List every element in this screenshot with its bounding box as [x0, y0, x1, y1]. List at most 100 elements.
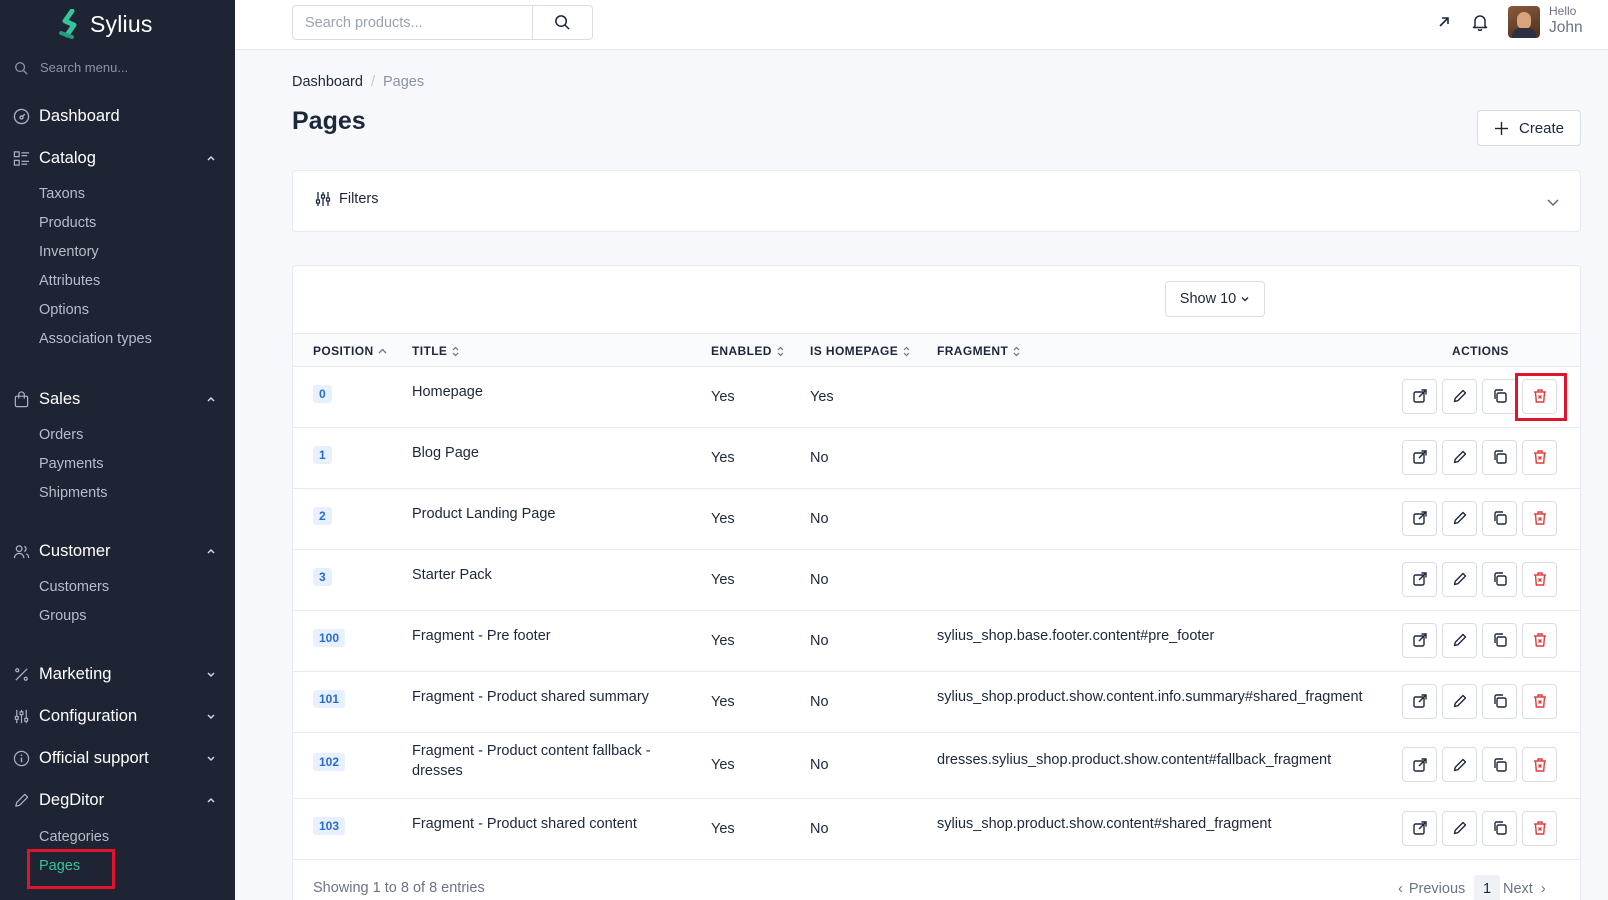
sidebar-item-taxons[interactable]: Taxons — [39, 186, 85, 202]
sidebar-label-sales: Sales — [39, 389, 81, 408]
show-button[interactable] — [1402, 439, 1437, 475]
sidebar-item-pages[interactable]: Pages — [39, 858, 80, 874]
sidebar-item-customers[interactable]: Customers — [39, 579, 109, 595]
sidebar-item-products[interactable]: Products — [39, 215, 96, 231]
pencil-icon — [1453, 821, 1466, 835]
chevron-down-icon — [207, 714, 215, 720]
show-button[interactable] — [1402, 810, 1437, 846]
breadcrumb-dashboard[interactable]: Dashboard — [292, 74, 363, 90]
sidebar-search[interactable]: Search menu... — [14, 60, 128, 75]
edit-button[interactable] — [1442, 683, 1477, 719]
edit-button[interactable] — [1442, 810, 1477, 846]
copy-icon — [1493, 633, 1507, 647]
show-button[interactable] — [1402, 500, 1437, 536]
duplicate-button[interactable] — [1482, 378, 1517, 414]
copy-icon — [1493, 389, 1507, 403]
create-button[interactable]: Create — [1477, 110, 1581, 146]
sidebar-item-customer[interactable]: Customer — [12, 538, 215, 564]
duplicate-button[interactable] — [1482, 561, 1517, 597]
chevron-up-icon — [207, 396, 215, 402]
bell-icon[interactable] — [1471, 13, 1489, 31]
sidebar-item-orders[interactable]: Orders — [39, 427, 83, 443]
delete-button[interactable] — [1522, 747, 1557, 782]
pagination-next[interactable]: Next › — [1503, 875, 1546, 900]
enabled-cell: Yes — [711, 449, 735, 466]
show-button[interactable] — [1402, 683, 1437, 719]
page-title-cell: Fragment - Product content fallback - dre… — [412, 741, 651, 781]
search-button[interactable] — [532, 5, 593, 40]
column-header-is-homepage[interactable]: IS HOMEPAGE — [810, 344, 911, 358]
trash-icon — [1533, 694, 1546, 708]
position-badge: 101 — [313, 689, 346, 708]
duplicate-button[interactable] — [1482, 747, 1517, 782]
sidebar-item-categories[interactable]: Categories — [39, 829, 109, 845]
chevron-down-icon — [1547, 199, 1559, 206]
sidebar-item-degditor[interactable]: DegDitor — [12, 787, 215, 813]
is-homepage-cell: No — [810, 449, 829, 466]
column-header-position[interactable]: POSITION — [313, 344, 387, 358]
sidebar-item-catalog[interactable]: Catalog — [12, 145, 215, 171]
duplicate-button[interactable] — [1482, 500, 1517, 536]
table-row: 100 Fragment - Pre footer Yes No sylius_shop… — [293, 611, 1580, 672]
duplicate-button[interactable] — [1482, 439, 1517, 475]
sidebar-item-marketing[interactable]: Marketing — [12, 661, 215, 687]
duplicate-button[interactable] — [1482, 683, 1517, 719]
show-button[interactable] — [1402, 747, 1437, 782]
pagination-page-1[interactable]: 1 — [1474, 875, 1501, 900]
sylius-logo[interactable]: Sylius — [58, 7, 153, 41]
edit-button[interactable] — [1442, 747, 1477, 782]
product-search-input[interactable]: Search products... — [292, 5, 532, 40]
delete-button[interactable] — [1522, 561, 1557, 597]
sidebar-label-configuration: Configuration — [39, 706, 138, 725]
delete-button[interactable] — [1522, 439, 1557, 475]
delete-button[interactable] — [1522, 683, 1557, 719]
show-button[interactable] — [1402, 622, 1437, 658]
show-button[interactable] — [1402, 378, 1437, 414]
sidebar-item-shipments[interactable]: Shipments — [39, 485, 108, 501]
show-button[interactable] — [1402, 561, 1437, 597]
sidebar-item-groups[interactable]: Groups — [39, 608, 87, 624]
duplicate-button[interactable] — [1482, 622, 1517, 658]
edit-button[interactable] — [1442, 500, 1477, 536]
sliders-icon — [12, 707, 30, 725]
column-header-enabled-label: ENABLED — [711, 344, 772, 358]
sidebar-item-payments[interactable]: Payments — [39, 456, 103, 472]
breadcrumb-separator: / — [370, 74, 375, 90]
avatar[interactable] — [1508, 6, 1540, 38]
column-header-title[interactable]: TITLE — [412, 344, 460, 358]
delete-button[interactable] — [1522, 622, 1557, 658]
edit-button[interactable] — [1442, 439, 1477, 475]
sort-asc-icon — [378, 348, 387, 353]
pagination-previous[interactable]: ‹ Previous — [1398, 875, 1465, 900]
column-header-fragment[interactable]: FRAGMENT — [937, 344, 1021, 358]
page-title-cell: Fragment - Product shared content — [412, 815, 637, 832]
table-row: 102 Fragment - Product content fallback -… — [293, 733, 1580, 799]
sidebar-item-association-types[interactable]: Association types — [39, 331, 152, 347]
delete-button[interactable] — [1522, 378, 1557, 414]
external-link-icon — [1412, 389, 1427, 403]
duplicate-button[interactable] — [1482, 810, 1517, 846]
user-name[interactable]: John — [1549, 19, 1583, 37]
sidebar-item-official-support[interactable]: Official support — [12, 745, 215, 771]
show-per-page-button[interactable]: Show 10 — [1165, 281, 1265, 317]
edit-button[interactable] — [1442, 561, 1477, 597]
delete-button[interactable] — [1522, 810, 1557, 846]
sidebar-item-dashboard[interactable]: Dashboard — [12, 103, 212, 129]
position-badge: 100 — [313, 628, 346, 647]
column-header-enabled[interactable]: ENABLED — [711, 344, 785, 358]
position-badge: 3 — [313, 567, 332, 586]
external-link-icon[interactable] — [1435, 13, 1453, 31]
edit-button[interactable] — [1442, 378, 1477, 414]
edit-button[interactable] — [1442, 622, 1477, 658]
plus-icon — [1494, 121, 1509, 135]
delete-button[interactable] — [1522, 500, 1557, 536]
sidebar-item-attributes[interactable]: Attributes — [39, 273, 100, 289]
sidebar-item-inventory[interactable]: Inventory — [39, 244, 99, 260]
sidebar-item-sales[interactable]: Sales — [12, 386, 215, 412]
sidebar-item-options[interactable]: Options — [39, 302, 89, 318]
sidebar-item-configuration[interactable]: Configuration — [12, 703, 215, 729]
filters-panel[interactable]: Filters — [292, 170, 1581, 232]
sidebar-label-degditor: DegDitor — [39, 790, 105, 809]
is-homepage-cell: No — [810, 693, 829, 710]
info-icon — [12, 749, 30, 767]
